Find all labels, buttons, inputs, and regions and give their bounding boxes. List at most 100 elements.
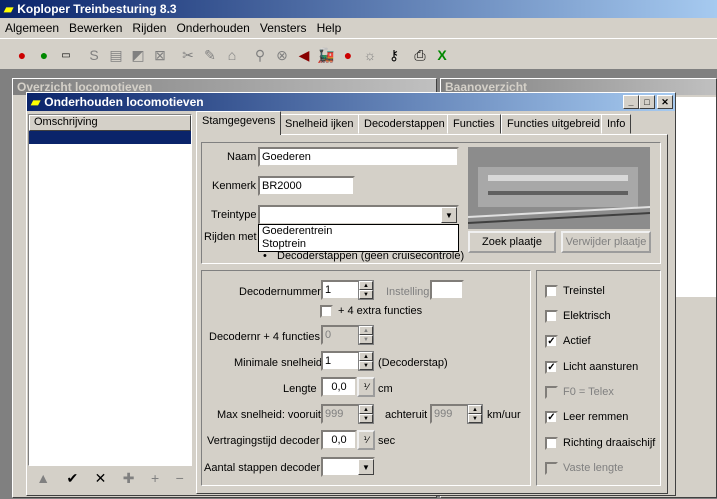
key-icon[interactable]: ⚷ [384,45,404,65]
tab-snelheid-ijken[interactable]: Snelheid ijken [279,114,360,134]
cross-icon[interactable]: ⊠ [150,45,170,65]
tab-functies-uitgebreid[interactable]: Functies uitgebreid [501,114,606,134]
nav-confirm-icon[interactable]: ✔ [66,470,78,487]
kenmerk-field[interactable]: BR2000 [258,176,355,196]
rijden-met-label: Rijden met [204,231,257,243]
instelling-field[interactable] [430,280,464,300]
lengte-field[interactable]: 0,0 [321,377,357,397]
decodernr4-field[interactable]: 0 [321,325,361,345]
display-icon[interactable]: ▭ [56,45,76,65]
checkbox-3[interactable]: ✓ [545,361,558,374]
route-icon[interactable]: ⌂ [222,45,242,65]
max-vooruit-field[interactable]: 999 [321,404,361,424]
maximize-button[interactable]: □ [639,95,655,109]
nav-delete-icon[interactable]: − [176,470,184,486]
naam-label: Naam [227,151,257,163]
checkbox-label[interactable]: Leer remmen [563,411,628,423]
tab-info[interactable]: Info [601,114,632,134]
red-light-icon[interactable]: ● [338,45,358,65]
dropdown-option[interactable]: Stoptrein [259,238,458,251]
decoderstap-label: (Decoderstap) [378,357,448,369]
nav-up-icon[interactable]: ▲ [36,470,50,486]
menu-onderhouden[interactable]: Onderhouden [171,21,254,35]
signal-red-icon[interactable]: ● [12,45,32,65]
switch-icon[interactable]: ◩ [128,45,148,65]
checkbox-label[interactable]: F0 = Telex [563,386,614,398]
max-snelheid-label: Max snelheid: vooruit [217,409,321,421]
checkbox-label[interactable]: Elektrisch [563,310,611,322]
decodernummer-spinner[interactable]: ▲ ▼ [358,280,374,300]
s-icon[interactable]: S [84,45,104,65]
max-achteruit-spinner[interactable]: ▲ ▼ [467,404,483,424]
list-header[interactable]: Omschrijving [29,115,191,131]
menu-help[interactable]: Help [312,21,347,35]
minimize-button[interactable]: _ [623,95,639,109]
min-snelheid-field[interactable]: 1 [321,351,361,371]
vertraging-calc-button[interactable]: ⅟ [357,430,375,450]
lengte-unit: cm [378,383,393,395]
checkbox-label[interactable]: Richting draaischijf [563,437,655,449]
decodernr4-label: Decodernr + 4 functies [209,331,320,343]
pen-icon[interactable]: ✎ [200,45,220,65]
kenmerk-label: Kenmerk [212,180,257,192]
decodernr4-spinner[interactable]: ▲ ▼ [358,325,374,345]
lengte-label: Lengte [283,383,317,395]
track-canvas[interactable] [676,97,716,297]
extra-functies-checkbox[interactable] [320,305,333,318]
checkbox-2[interactable]: ✓ [545,335,558,348]
menu-bewerken[interactable]: Bewerken [64,21,127,35]
treintype-dropdown-icon[interactable]: ▼ [441,207,457,223]
checkbox-1[interactable] [545,310,558,323]
checkbox-label[interactable]: Treinstel [563,285,605,297]
stop-icon[interactable]: ⊗ [272,45,292,65]
printer-icon[interactable]: ⎙ [410,45,430,65]
lengte-calc-button[interactable]: ⅟ [357,377,375,397]
tools-icon[interactable]: ✂ [178,45,198,65]
loco-list[interactable]: Omschrijving [28,114,192,466]
excel-icon[interactable]: X [432,45,452,65]
menu-rijden[interactable]: Rijden [127,21,171,35]
naam-field[interactable]: Goederen [258,147,459,167]
tab-decoderstappen[interactable]: Decoderstappen [358,114,451,134]
app-titlebar: ▰ Koploper Treinbesturing 8.3 [0,0,717,18]
verwijder-plaatje-button[interactable]: Verwijder plaatje [561,231,651,253]
dropdown-option[interactable]: Goederentrein [259,225,458,238]
nav-cancel-icon[interactable]: ✕ [95,470,107,487]
checkbox-label[interactable]: Licht aansturen [563,361,638,373]
vertraging-field[interactable]: 0,0 [321,430,357,450]
sound-icon[interactable]: ◀ [294,45,314,65]
list-item-selected[interactable] [29,131,191,144]
options-group [536,270,661,486]
dialog-icon: ▰ [31,95,41,109]
checkbox-7[interactable] [545,462,558,475]
close-button[interactable]: ✕ [657,95,673,109]
nav-copy-icon[interactable]: ✚ [123,470,135,487]
checkbox-6[interactable] [545,437,558,450]
max-vooruit-spinner[interactable]: ▲ ▼ [358,404,374,424]
signal-green-icon[interactable]: ● [34,45,54,65]
checkbox-label[interactable]: Actief [563,335,591,347]
menu-vensters[interactable]: Vensters [255,21,312,35]
locomotive-icon[interactable]: 🚂 [316,45,336,65]
menu-algemeen[interactable]: Algemeen [0,21,64,35]
nav-add-icon[interactable]: + [151,470,159,486]
app-title: Koploper Treinbesturing 8.3 [17,2,177,16]
signal-post-icon[interactable]: ⚲ [250,45,270,65]
block-icon[interactable]: ▤ [106,45,126,65]
decodernummer-field[interactable]: 1 [321,280,361,300]
zoek-plaatje-button[interactable]: Zoek plaatje [468,231,556,253]
checkbox-5[interactable]: ✓ [545,411,558,424]
tab-functies[interactable]: Functies [447,114,501,134]
max-achteruit-field[interactable]: 999 [430,404,470,424]
min-snelheid-spinner[interactable]: ▲ ▼ [358,351,374,371]
extra-functies-label[interactable]: + 4 extra functies [338,305,422,317]
aantal-stappen-dropdown-icon[interactable]: ▼ [358,459,374,475]
speed-unit: km/uur [487,409,521,421]
sun-icon[interactable]: ☼ [360,45,380,65]
checkbox-label[interactable]: Vaste lengte [563,462,623,474]
checkbox-0[interactable] [545,285,558,298]
checkbox-4[interactable] [545,386,558,399]
treintype-select[interactable] [258,205,459,225]
tab-stamgegevens[interactable]: Stamgegevens [196,111,282,135]
loco-photo-icon [468,147,650,229]
